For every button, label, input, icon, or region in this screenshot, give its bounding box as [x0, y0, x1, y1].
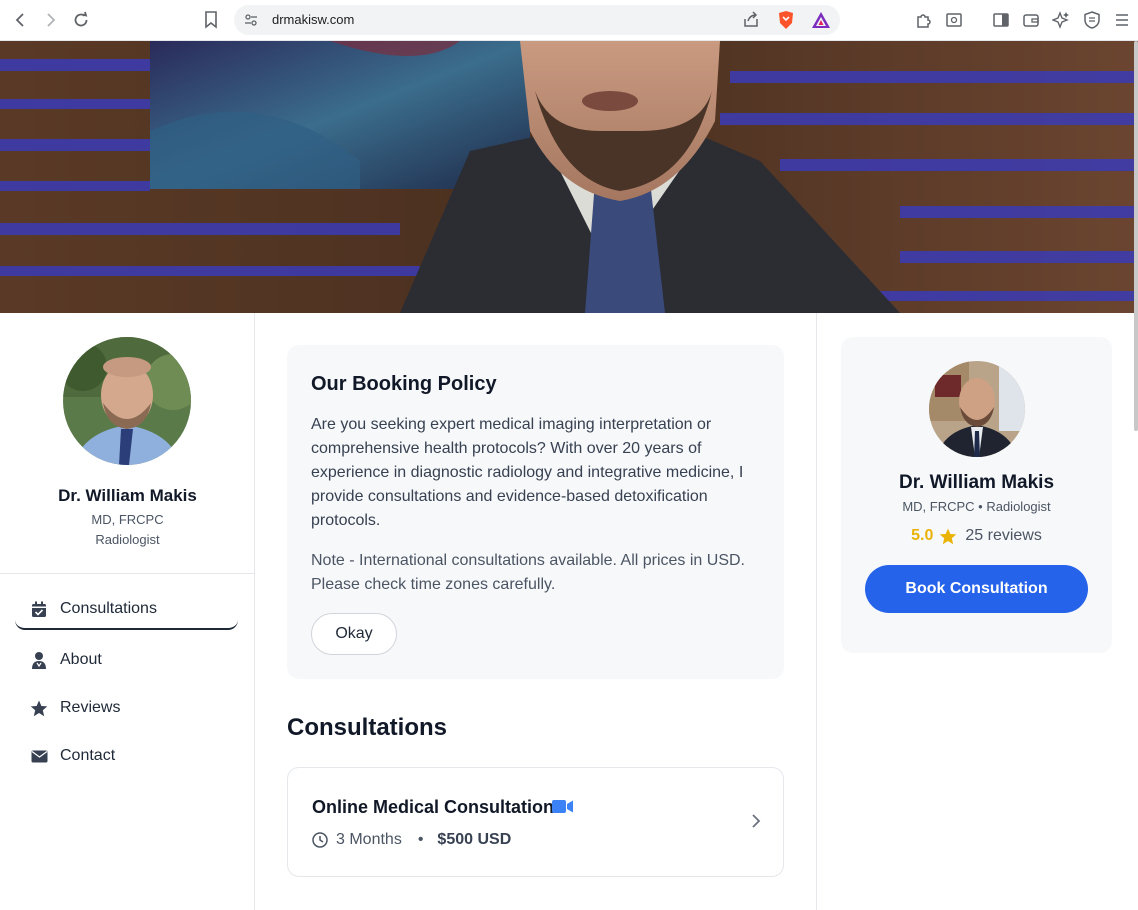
sidebar-item-about[interactable]: About — [15, 640, 238, 680]
envelope-icon — [30, 747, 48, 765]
sidebar-item-label: Consultations — [60, 600, 157, 617]
sidebar-item-label: Contact — [60, 747, 116, 764]
browser-toolbar: drmakisw.com — [0, 0, 1138, 41]
star-icon — [30, 699, 48, 717]
vpn-icon[interactable] — [1082, 10, 1102, 30]
consultation-title: Online Medical Consultation — [312, 797, 555, 817]
brave-rewards-icon[interactable] — [811, 11, 831, 34]
url-text[interactable]: drmakisw.com — [272, 12, 354, 27]
booking-policy-card: Our Booking Policy Are you seeking exper… — [287, 345, 784, 679]
policy-title: Our Booking Policy — [311, 373, 497, 395]
booking-credentials: MD, FRCPC • Radiologist — [902, 499, 1051, 514]
extensions-icon[interactable] — [914, 10, 934, 30]
share-icon[interactable] — [742, 11, 760, 34]
star-icon — [939, 528, 957, 545]
reader-mode-icon[interactable] — [944, 10, 964, 30]
consultation-duration: 3 Months — [336, 831, 402, 848]
back-icon[interactable] — [9, 8, 33, 32]
meta-separator: • — [417, 831, 424, 848]
policy-note: Note - International consultations avail… — [311, 552, 745, 593]
leo-ai-icon[interactable] — [1051, 10, 1071, 30]
wallet-icon[interactable] — [1021, 10, 1041, 30]
consultations-heading: Consultations — [287, 714, 447, 741]
review-count[interactable]: 25 reviews — [965, 527, 1041, 545]
consultation-card[interactable]: Online Medical Consultation 3 Months • $… — [287, 767, 784, 877]
reload-icon[interactable] — [69, 8, 93, 32]
consultation-price: $500 USD — [437, 831, 512, 848]
sidebar-item-contact[interactable]: Contact — [15, 736, 238, 776]
sidebar-item-reviews[interactable]: Reviews — [15, 688, 238, 728]
profile-name: Dr. William Makis — [58, 486, 197, 505]
sidebar-item-label: About — [60, 651, 102, 668]
site-settings-icon[interactable] — [244, 13, 258, 32]
book-consultation-button[interactable]: Book Consultation — [865, 565, 1088, 613]
sidebar-item-label: Reviews — [60, 699, 121, 716]
profile-sidebar: Dr. William Makis MD, FRCPC Radiologist … — [0, 313, 255, 910]
chevron-right-icon[interactable] — [751, 813, 761, 834]
profile-credentials: MD, FRCPC — [91, 512, 164, 527]
forward-icon[interactable] — [38, 8, 62, 32]
menu-icon[interactable] — [1112, 10, 1132, 30]
divider — [816, 313, 817, 910]
avatar — [929, 361, 1025, 457]
address-bar[interactable]: drmakisw.com — [234, 5, 840, 35]
avatar — [63, 337, 191, 465]
scrollbar[interactable] — [1134, 41, 1138, 431]
video-icon — [552, 799, 574, 819]
sidebar-icon[interactable] — [991, 10, 1011, 30]
rating-summary: 5.0 25 reviews — [841, 527, 1112, 545]
booking-name: Dr. William Makis — [898, 472, 1055, 493]
policy-body: Are you seeking expert medical imaging i… — [311, 416, 744, 529]
consultation-meta: 3 Months • $500 USD — [312, 831, 511, 849]
rating-score: 5.0 — [911, 527, 934, 544]
okay-button[interactable]: Okay — [311, 613, 397, 655]
bookmark-icon[interactable] — [199, 8, 223, 32]
brave-shields-icon[interactable] — [777, 10, 795, 35]
sidebar-item-consultations[interactable]: Consultations — [15, 590, 238, 630]
hero-banner-image — [0, 41, 1138, 313]
profile-specialty: Radiologist — [95, 532, 160, 547]
divider — [0, 573, 255, 574]
calendar-check-icon — [30, 600, 48, 618]
user-doctor-icon — [30, 651, 48, 669]
booking-card: Dr. William Makis MD, FRCPC • Radiologis… — [841, 337, 1112, 653]
clock-icon — [312, 832, 328, 848]
